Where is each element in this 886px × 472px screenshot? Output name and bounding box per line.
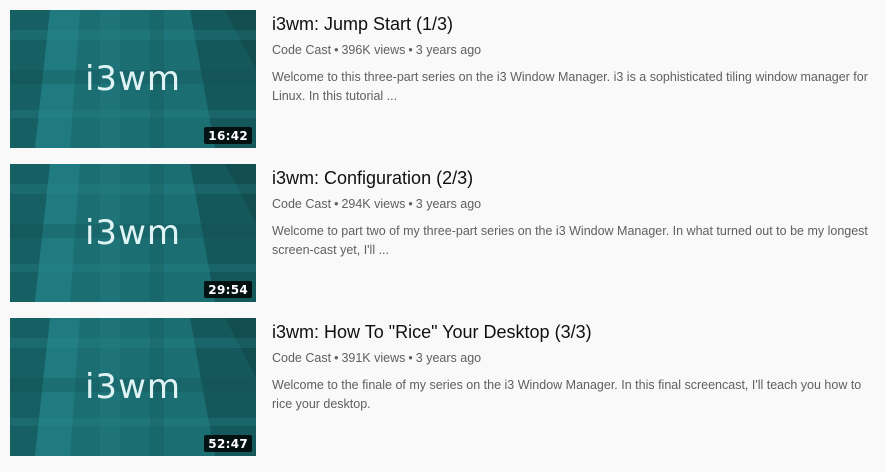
video-item[interactable]: i3wm 52:47 i3wm: How To "Rice" Your Desk… [10,318,882,456]
video-thumbnail[interactable]: i3wm 52:47 [10,318,256,456]
video-description: Welcome to part two of my three-part ser… [272,224,868,257]
meta-separator: • [334,197,339,211]
meta-separator: • [408,197,413,211]
video-meta: Code Cast • 396K views • 3 years ago [272,41,882,59]
video-details: i3wm: How To "Rice" Your Desktop (3/3) C… [272,318,882,456]
view-count: 294K views [341,197,406,211]
video-title[interactable]: i3wm: Configuration (2/3) [272,166,882,190]
video-thumbnail[interactable]: i3wm 29:54 [10,164,256,302]
video-details: i3wm: Jump Start (1/3) Code Cast • 396K vi… [272,10,882,148]
video-description: Welcome to this three-part series on the… [272,70,868,103]
thumbnail-logo-text: i3wm [85,59,181,99]
duration-badge: 16:42 [204,127,252,144]
upload-age: 3 years ago [415,197,482,211]
thumbnail-logo-text: i3wm [85,367,181,407]
video-thumbnail[interactable]: i3wm 16:42 [10,10,256,148]
video-title[interactable]: i3wm: Jump Start (1/3) [272,12,882,36]
meta-separator: • [408,351,413,365]
video-item[interactable]: i3wm 16:42 i3wm: Jump Start (1/3) Code C… [10,10,882,148]
channel-name[interactable]: Code Cast [272,197,331,211]
view-count: 391K views [341,351,406,365]
duration-badge: 29:54 [204,281,252,298]
meta-separator: • [334,43,339,57]
thumbnail-logo-text: i3wm [85,213,181,253]
video-meta: Code Cast • 391K views • 3 years ago [272,349,882,367]
channel-name[interactable]: Code Cast [272,351,331,365]
video-details: i3wm: Configuration (2/3) Code Cast • 294K… [272,164,882,302]
video-meta: Code Cast • 294K views • 3 years ago [272,195,882,213]
upload-age: 3 years ago [415,351,482,365]
meta-separator: • [408,43,413,57]
video-description: Welcome to the finale of my series on th… [272,378,862,411]
upload-age: 3 years ago [415,43,482,57]
duration-badge: 52:47 [204,435,252,452]
channel-name[interactable]: Code Cast [272,43,331,57]
video-title[interactable]: i3wm: How To "Rice" Your Desktop (3/3) [272,320,882,344]
view-count: 396K views [341,43,406,57]
meta-separator: • [334,351,339,365]
video-item[interactable]: i3wm 29:54 i3wm: Configuration (2/3) Cod… [10,164,882,302]
video-list: i3wm 16:42 i3wm: Jump Start (1/3) Code C… [10,10,882,472]
